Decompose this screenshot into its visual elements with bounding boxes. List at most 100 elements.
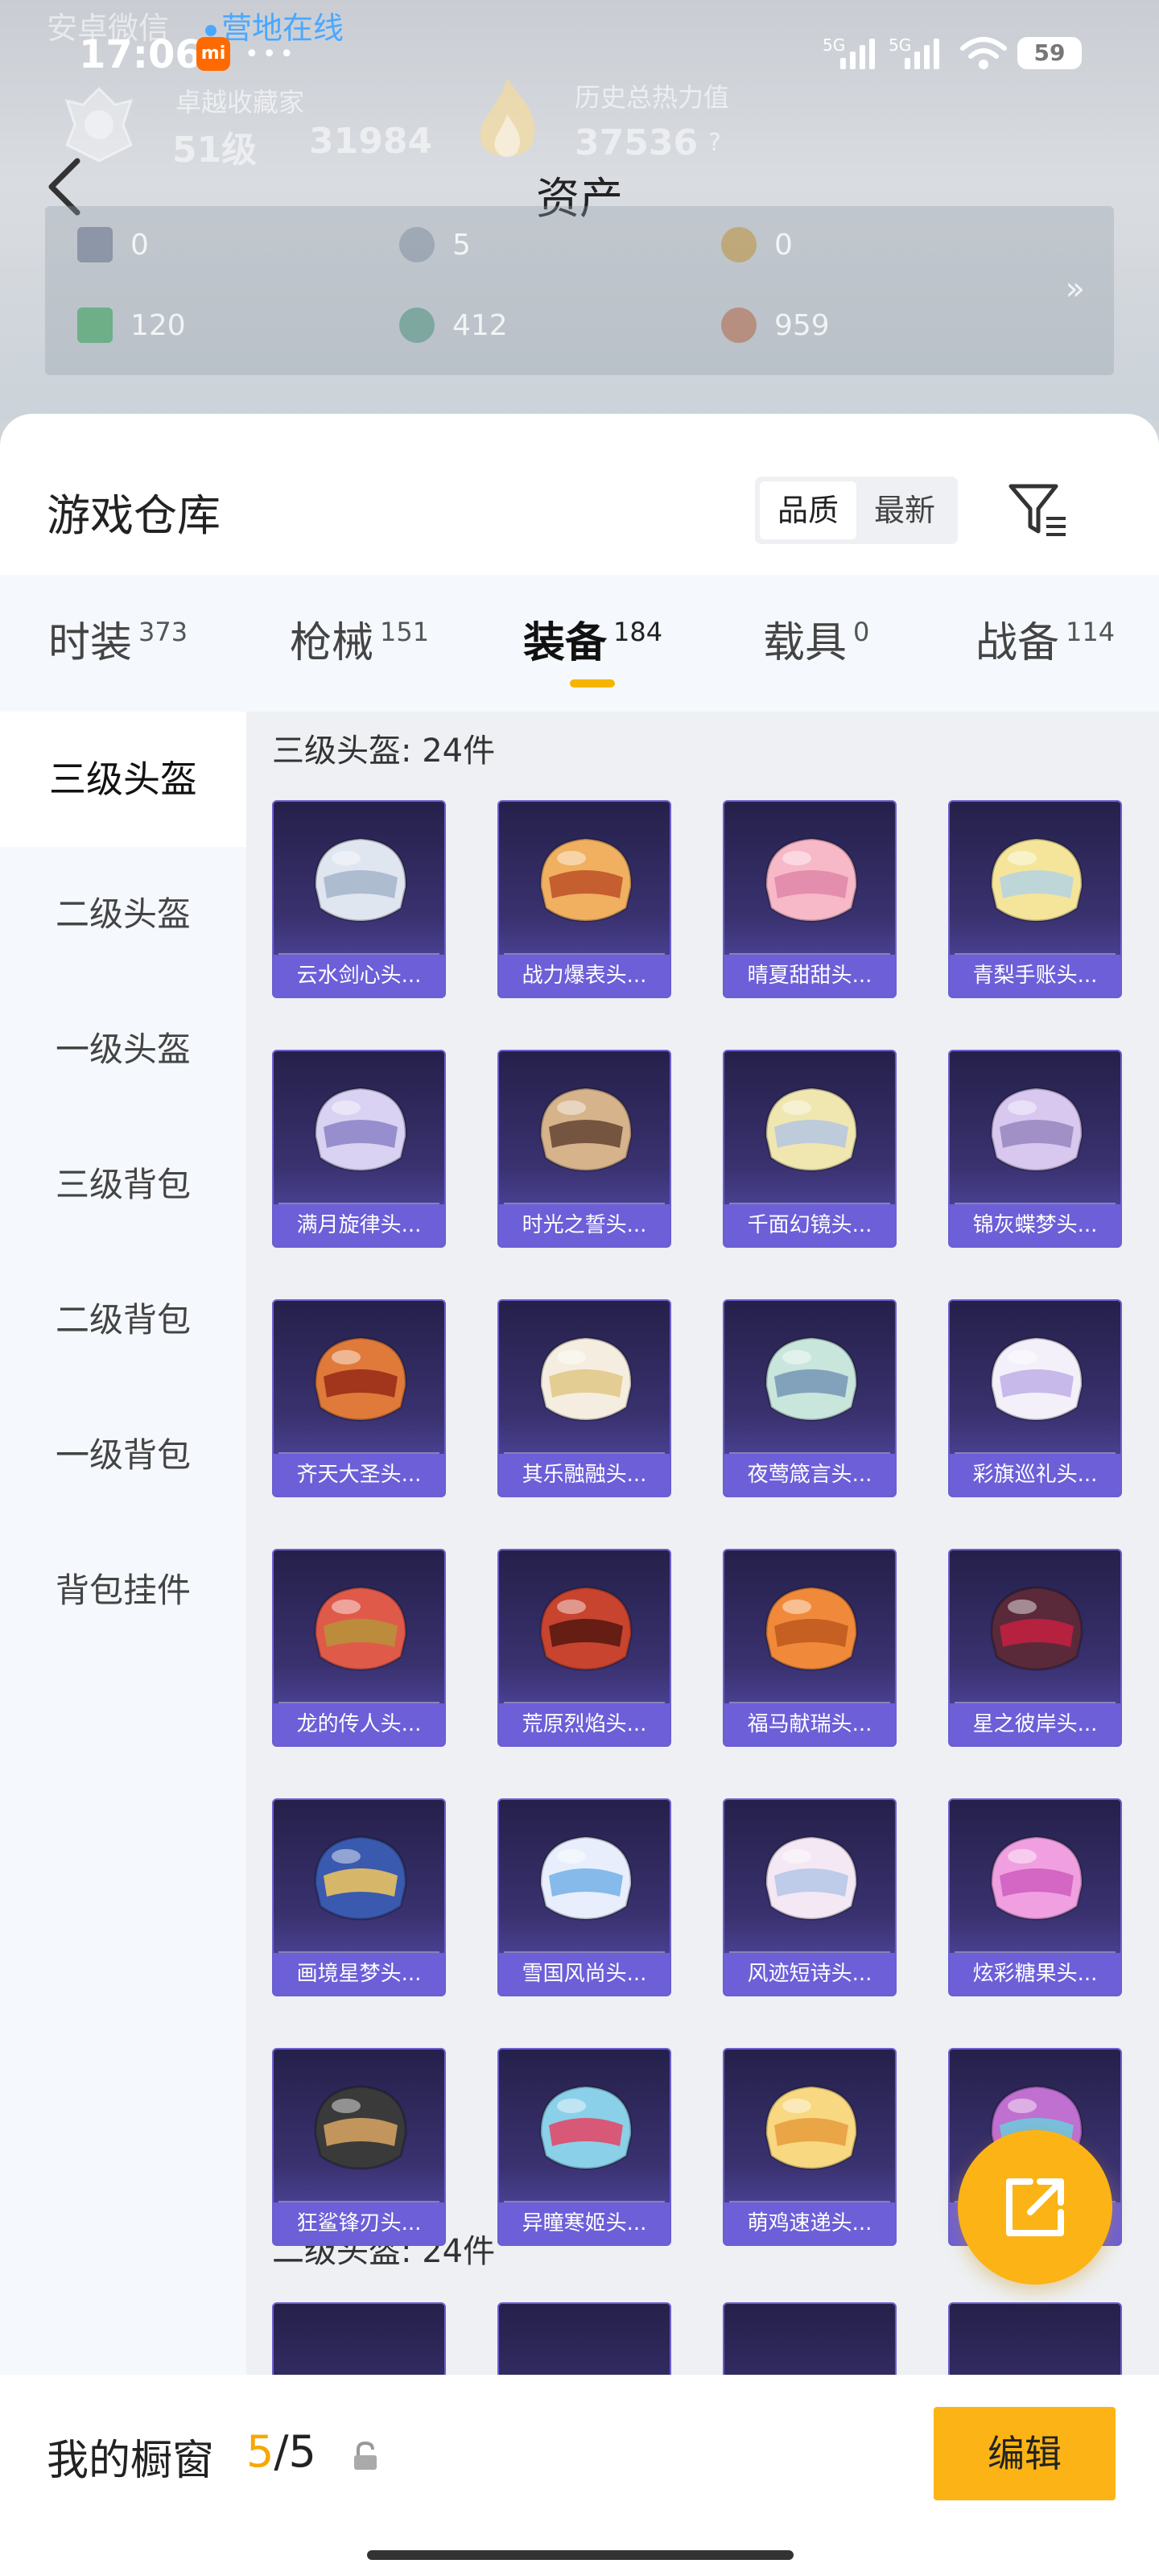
- showcase-count: 5/5: [246, 2426, 316, 2477]
- helmet-icon: [539, 1087, 633, 1172]
- item-name: 青梨手账头...: [950, 955, 1120, 997]
- green-ticket-icon: [77, 308, 113, 343]
- item-name: 画境星梦头...: [274, 1953, 444, 1995]
- item-tile[interactable]: 青梨手账头...: [948, 800, 1122, 998]
- sort-toggle: 品质 最新: [755, 477, 958, 544]
- subnav-item-level1-helmet[interactable]: 一级头盔: [0, 982, 246, 1117]
- item-tile[interactable]: 时光之誓头...: [497, 1050, 671, 1248]
- item-tile[interactable]: 其乐融融头...: [497, 1299, 671, 1497]
- item-tile[interactable]: 星之彼岸头...: [948, 1549, 1122, 1747]
- asset-item: 0: [721, 227, 793, 262]
- helmet-icon: [539, 1586, 633, 1671]
- item-tile[interactable]: 晴夏甜甜头...: [723, 800, 897, 998]
- item-name: 风迹短诗头...: [724, 1953, 895, 1995]
- item-name: 锦灰蝶梦头...: [950, 1204, 1120, 1246]
- subnav-item-level2-backpack[interactable]: 二级背包: [0, 1253, 246, 1388]
- asset-item: 120: [77, 308, 186, 343]
- signal-bars-2-icon: [905, 37, 939, 69]
- sort-newest-button[interactable]: 最新: [856, 481, 953, 539]
- item-name: 炫彩糖果头...: [950, 1953, 1120, 1995]
- item-tile[interactable]: 荒原烈焰头...: [497, 1549, 671, 1747]
- subnav-item-level3-backpack[interactable]: 三级背包: [0, 1117, 246, 1253]
- subnav-item-level2-helmet[interactable]: 二级头盔: [0, 847, 246, 982]
- item-tile[interactable]: 狂鲨锋刃头...: [272, 2048, 446, 2246]
- item-name: 齐天大圣头...: [274, 1454, 444, 1496]
- item-tile[interactable]: 彩旗巡礼头...: [948, 1299, 1122, 1497]
- help-icon[interactable]: ?: [708, 129, 721, 157]
- share-fab-button[interactable]: [958, 2130, 1112, 2285]
- sort-quality-button[interactable]: 品质: [760, 481, 856, 539]
- item-tile[interactable]: 满月旋律头...: [272, 1050, 446, 1248]
- bronze-coin-icon: [721, 308, 757, 343]
- subnav-item-level1-backpack[interactable]: 一级背包: [0, 1388, 246, 1523]
- item-tile[interactable]: 夜莺箴言头...: [723, 1299, 897, 1497]
- helmet-icon: [990, 1586, 1083, 1671]
- item-tile[interactable]: 云水剑心头...: [272, 800, 446, 998]
- item-name: 彩旗巡礼头...: [950, 1454, 1120, 1496]
- points-value: 31984: [309, 121, 433, 162]
- helmet-icon: [314, 1336, 407, 1422]
- item-name: 其乐融融头...: [499, 1454, 670, 1496]
- item-tile[interactable]: 福马献瑞头...: [723, 1549, 897, 1747]
- helmet-icon: [539, 2085, 633, 2170]
- item-name: 荒原烈焰头...: [499, 1703, 670, 1745]
- mi-app-icon: mi: [196, 37, 230, 71]
- item-name: 萌鸡速递头...: [724, 2202, 895, 2244]
- helmet-icon: [765, 837, 858, 923]
- filter-icon[interactable]: [1006, 480, 1070, 541]
- item-tile[interactable]: 锦灰蝶梦头...: [948, 1050, 1122, 1248]
- helmet-icon: [990, 1336, 1083, 1422]
- tab-fashion[interactable]: 时装 373: [48, 609, 188, 669]
- subnav-item-level3-helmet[interactable]: 三级头盔: [0, 712, 246, 847]
- item-name: 异瞳寒姬头...: [499, 2202, 670, 2244]
- tab-vehicles[interactable]: 载具 0: [763, 609, 869, 669]
- helmet-icon: [990, 837, 1083, 923]
- helmet-icon: [539, 1835, 633, 1921]
- share-external-icon: [1006, 2178, 1064, 2236]
- asset-item: 0: [77, 227, 149, 262]
- item-tile[interactable]: 画境星梦头...: [272, 1798, 446, 1996]
- item-tile[interactable]: 龙的传人头...: [272, 1549, 446, 1747]
- helmet-icon: [314, 1087, 407, 1172]
- active-tab-underline: [570, 679, 615, 687]
- more-dots-icon: •••: [245, 40, 298, 68]
- battery-indicator: 59: [1017, 37, 1082, 69]
- signal-bars-1-icon: [840, 37, 875, 69]
- assets-more-icon[interactable]: »: [1066, 270, 1085, 308]
- helmet-icon: [314, 1835, 407, 1921]
- lock-icon: [354, 2441, 377, 2470]
- item-tile[interactable]: 雪国风尚头...: [497, 1798, 671, 1996]
- item-tile[interactable]: 异瞳寒姬头...: [497, 2048, 671, 2246]
- item-tile[interactable]: 千面幻镜头...: [723, 1050, 897, 1248]
- item-tile[interactable]: 齐天大圣头...: [272, 1299, 446, 1497]
- helmet-icon: [990, 1087, 1083, 1172]
- asset-item: 5: [399, 227, 471, 262]
- helmet-icon: [765, 1586, 858, 1671]
- wifi-icon: [960, 37, 1007, 69]
- edit-button[interactable]: 编辑: [934, 2407, 1116, 2500]
- helmet-icon: [765, 2085, 858, 2170]
- item-tile[interactable]: 炫彩糖果头...: [948, 1798, 1122, 1996]
- item-name: 雪国风尚头...: [499, 1953, 670, 1995]
- helmet-icon: [765, 1336, 858, 1422]
- tab-equipment[interactable]: 装备 184: [523, 609, 662, 669]
- item-tile[interactable]: 风迹短诗头...: [723, 1798, 897, 1996]
- helmet-icon: [539, 1336, 633, 1422]
- item-name: 云水剑心头...: [274, 955, 444, 997]
- item-grid: 三级头盔: 24件 二级头盔: 24件 云水剑心头... 战力爆表头... 晴夏甜甜…: [246, 712, 1159, 2576]
- subnav-item-backpack-charm[interactable]: 背包挂件: [0, 1523, 246, 1658]
- gold-coin-icon: [721, 227, 757, 262]
- helmet-icon: [314, 2085, 407, 2170]
- item-tile[interactable]: 萌鸡速递头...: [723, 2048, 897, 2246]
- item-tile[interactable]: 战力爆表头...: [497, 800, 671, 998]
- tab-weapons[interactable]: 枪械 151: [290, 609, 429, 669]
- collector-label: 卓越收藏家: [175, 87, 305, 118]
- showcase-label: 我的橱窗: [47, 2437, 215, 2485]
- tab-gear[interactable]: 战备 114: [975, 609, 1115, 669]
- silver-coin-icon: [399, 227, 435, 262]
- heat-label: 历史总热力值: [575, 82, 730, 113]
- heat-flame-icon: [480, 78, 535, 157]
- item-name: 夜莺箴言头...: [724, 1454, 895, 1496]
- item-name: 晴夏甜甜头...: [724, 955, 895, 997]
- asset-summary-panel: 0 5 0 120 412 959 »: [45, 206, 1114, 375]
